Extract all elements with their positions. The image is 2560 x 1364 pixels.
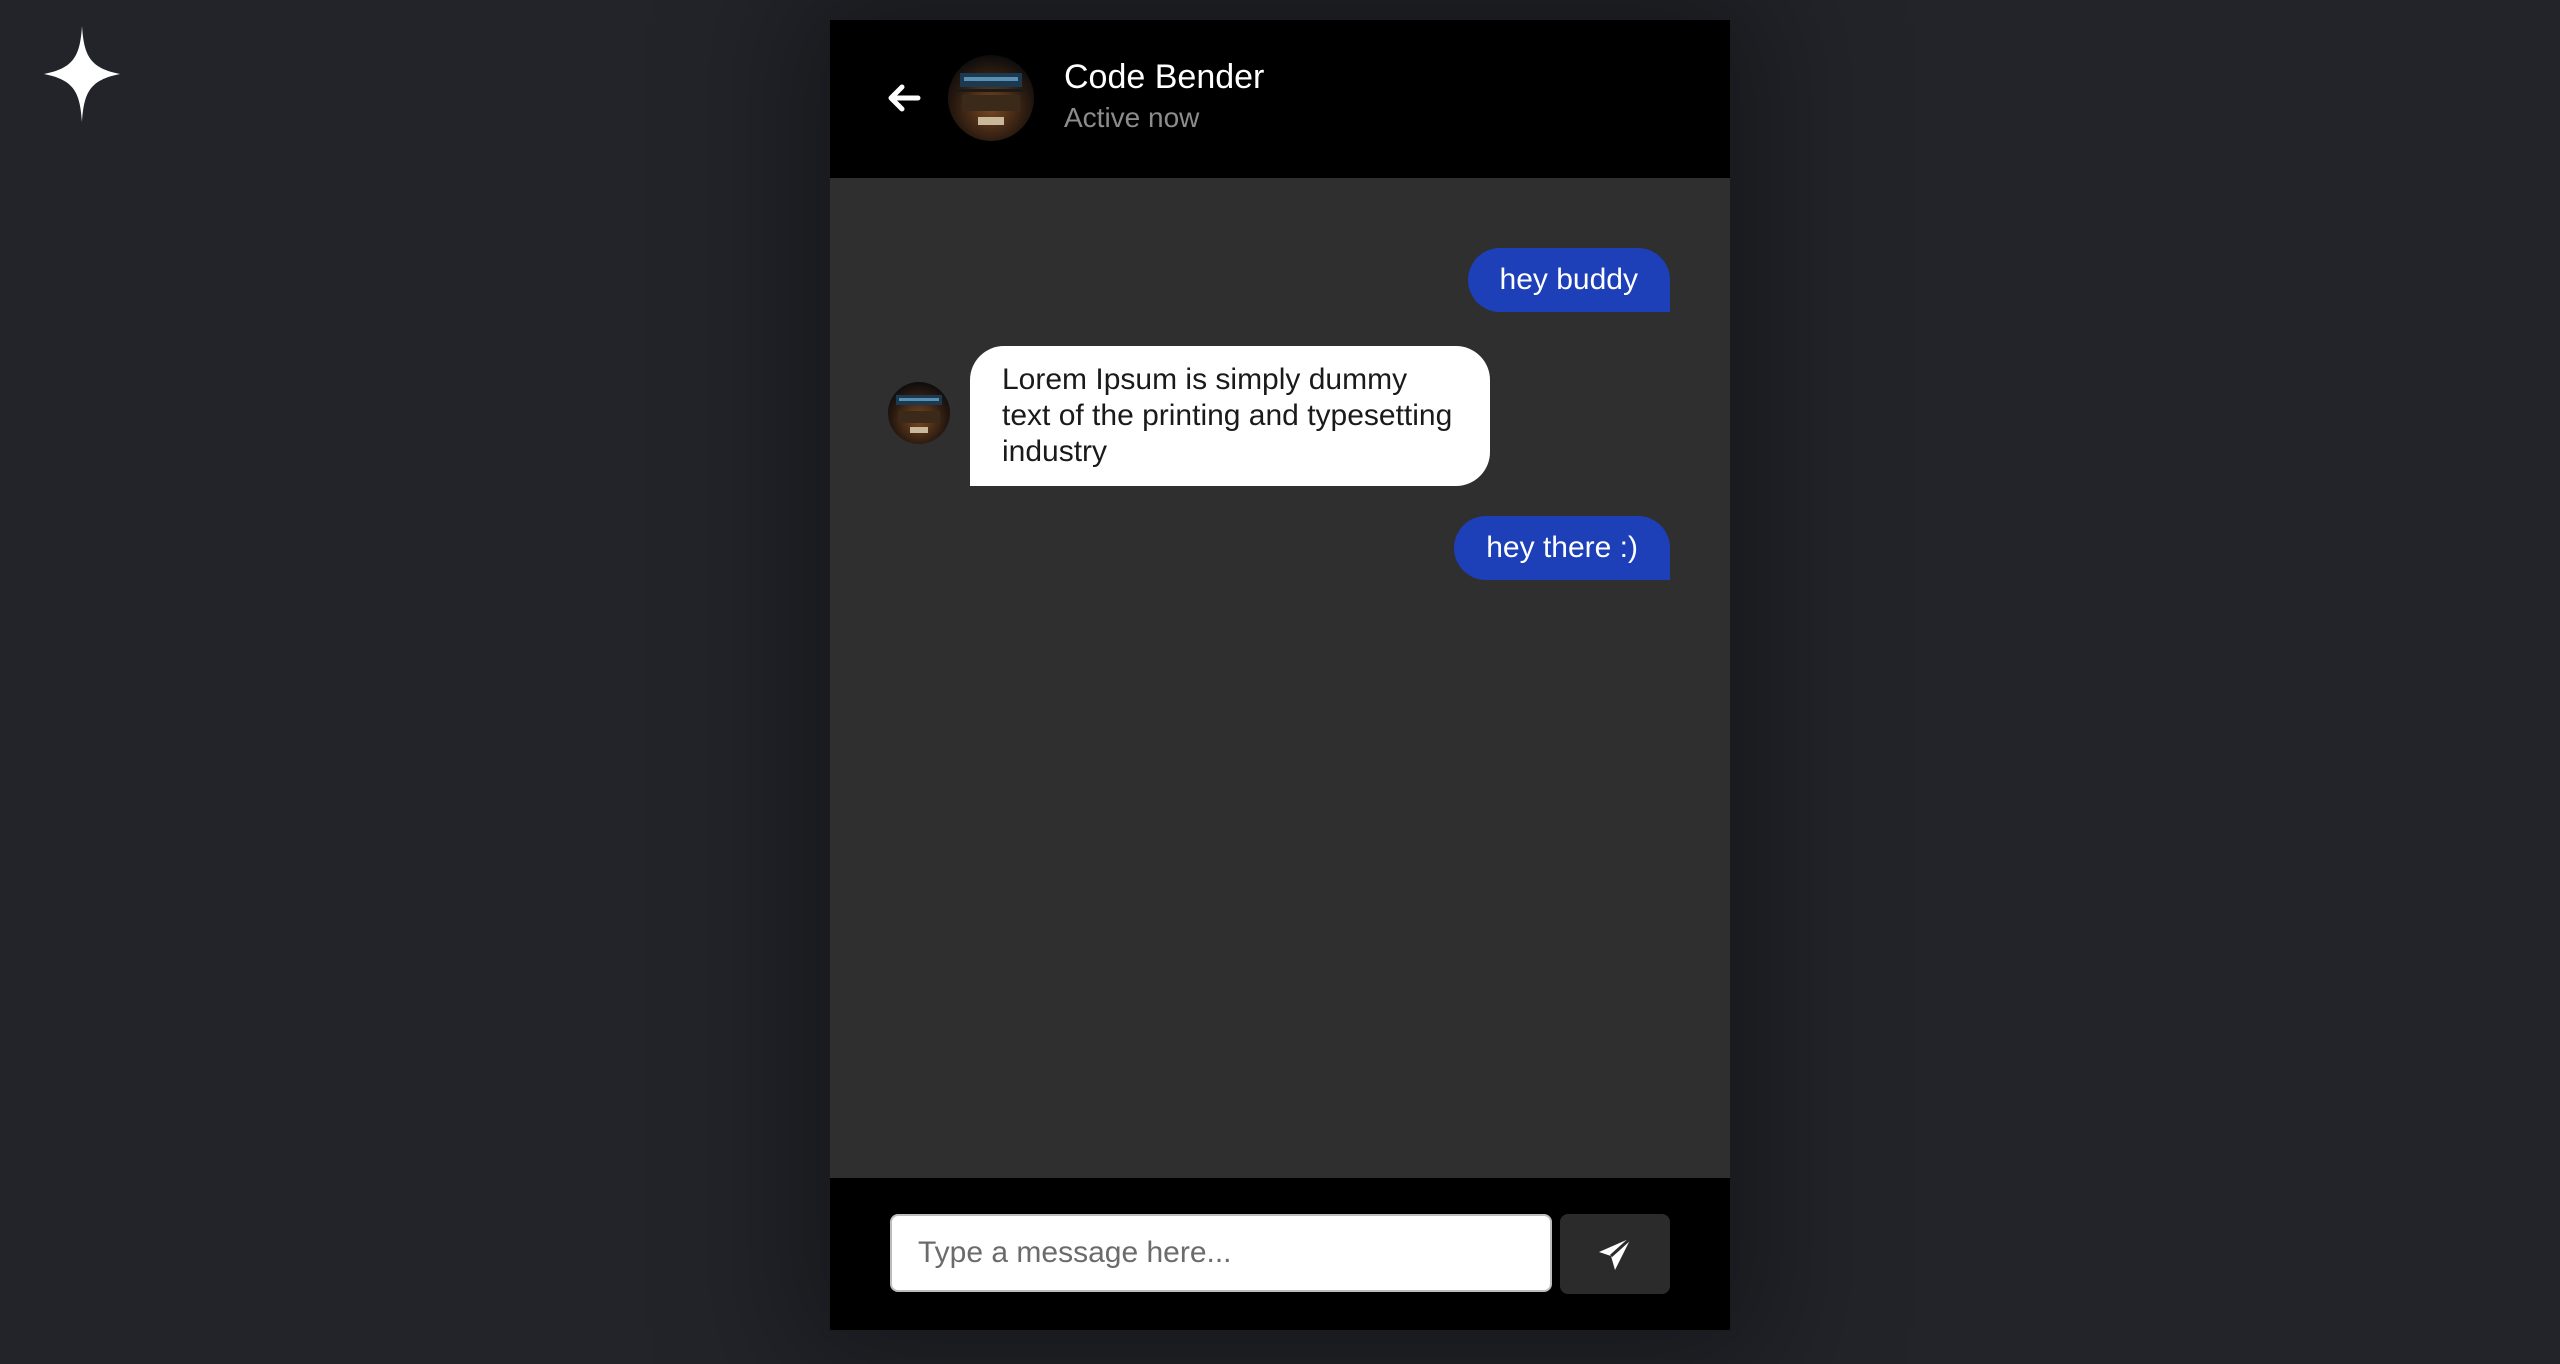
incoming-message-bubble: Lorem Ipsum is simply dummy text of the …	[970, 346, 1490, 486]
message-composer	[830, 1178, 1730, 1330]
sender-avatar	[888, 382, 950, 444]
sparkle-icon	[44, 26, 120, 122]
outgoing-message: hey buddy	[1467, 248, 1670, 312]
arrow-left-icon	[888, 84, 921, 112]
contact-name: Code Bender	[1064, 58, 1265, 96]
contact-status: Active now	[1064, 102, 1200, 133]
chat-window: Code Bender Active now hey buddy Lorem I…	[830, 20, 1730, 1330]
chat-header: Code Bender Active now	[830, 20, 1730, 178]
message-list: hey buddy Lorem Ipsum is simply dummy te…	[830, 178, 1730, 1198]
paper-plane-icon	[1599, 1236, 1633, 1270]
message-input[interactable]	[890, 1214, 1552, 1292]
outgoing-message: hey there :)	[1454, 516, 1670, 580]
send-button[interactable]	[1560, 1214, 1670, 1294]
back-button[interactable]	[882, 76, 926, 120]
contact-avatar[interactable]	[948, 55, 1034, 141]
